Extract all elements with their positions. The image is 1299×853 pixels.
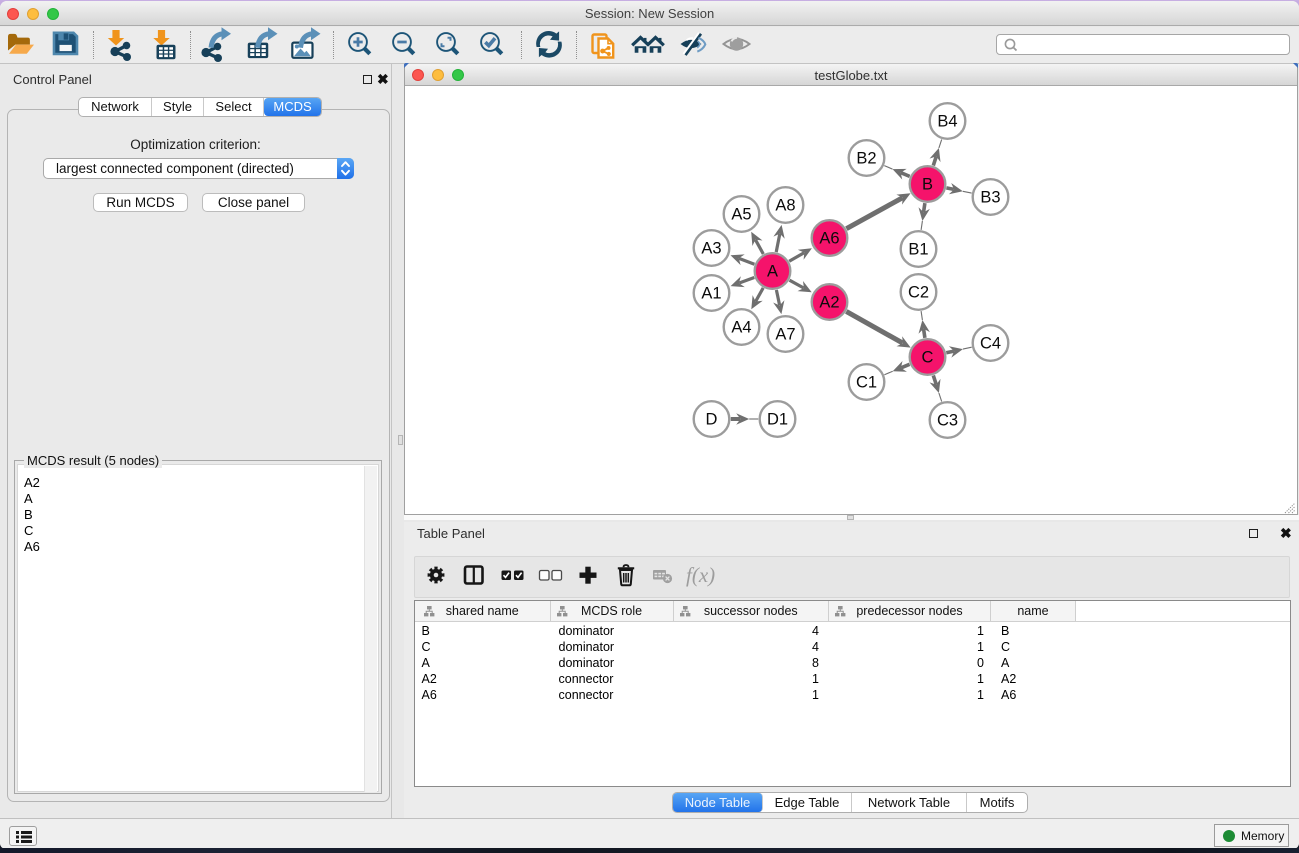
svg-text:B: B — [922, 176, 933, 194]
svg-text:A1: A1 — [701, 285, 721, 303]
svg-text:A2: A2 — [819, 294, 839, 312]
svg-text:D1: D1 — [767, 411, 788, 429]
svg-text:A8: A8 — [775, 197, 795, 215]
svg-text:C1: C1 — [856, 374, 877, 392]
svg-text:B2: B2 — [856, 150, 876, 168]
svg-text:B4: B4 — [937, 113, 957, 131]
svg-text:C3: C3 — [937, 412, 958, 430]
svg-text:A7: A7 — [775, 326, 795, 344]
svg-text:A: A — [767, 263, 778, 281]
svg-text:A3: A3 — [701, 240, 721, 258]
svg-text:C2: C2 — [908, 284, 929, 302]
svg-text:C4: C4 — [980, 335, 1001, 353]
svg-text:B1: B1 — [908, 241, 928, 259]
svg-text:A4: A4 — [731, 319, 751, 337]
svg-text:f(x): f(x) — [686, 563, 715, 587]
svg-text:D: D — [706, 411, 718, 429]
svg-text:A6: A6 — [819, 230, 839, 248]
svg-text:C: C — [922, 349, 934, 367]
svg-text:A5: A5 — [731, 206, 751, 224]
svg-text:B3: B3 — [980, 189, 1000, 207]
